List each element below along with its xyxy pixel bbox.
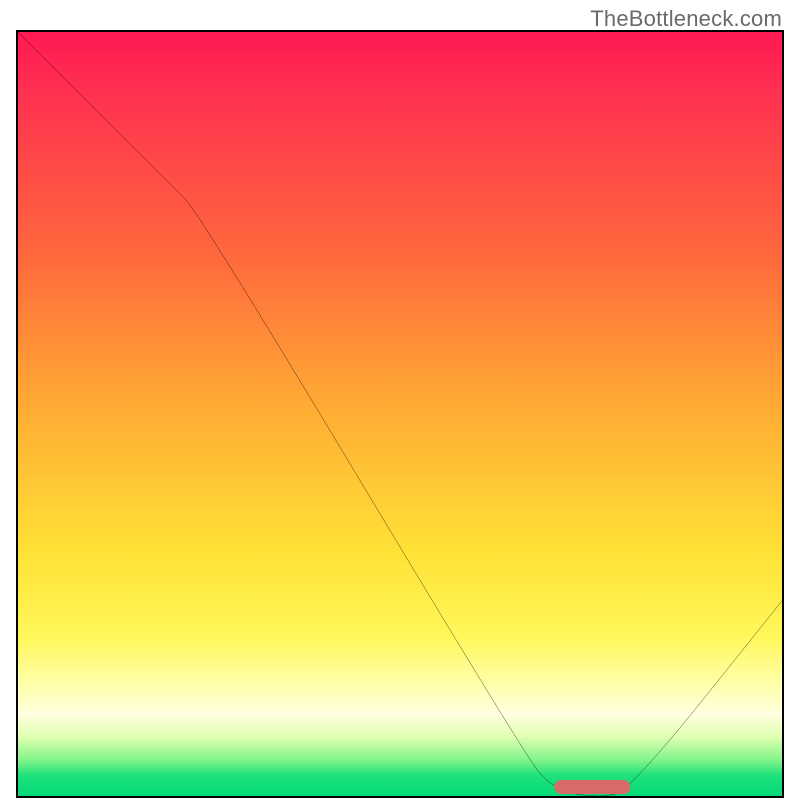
bottleneck-curve-path: [16, 30, 784, 796]
watermark-text: TheBottleneck.com: [590, 6, 782, 32]
chart-frame: [16, 30, 784, 798]
chart-line-layer: [16, 30, 784, 798]
sweet-spot-marker: [554, 780, 631, 794]
